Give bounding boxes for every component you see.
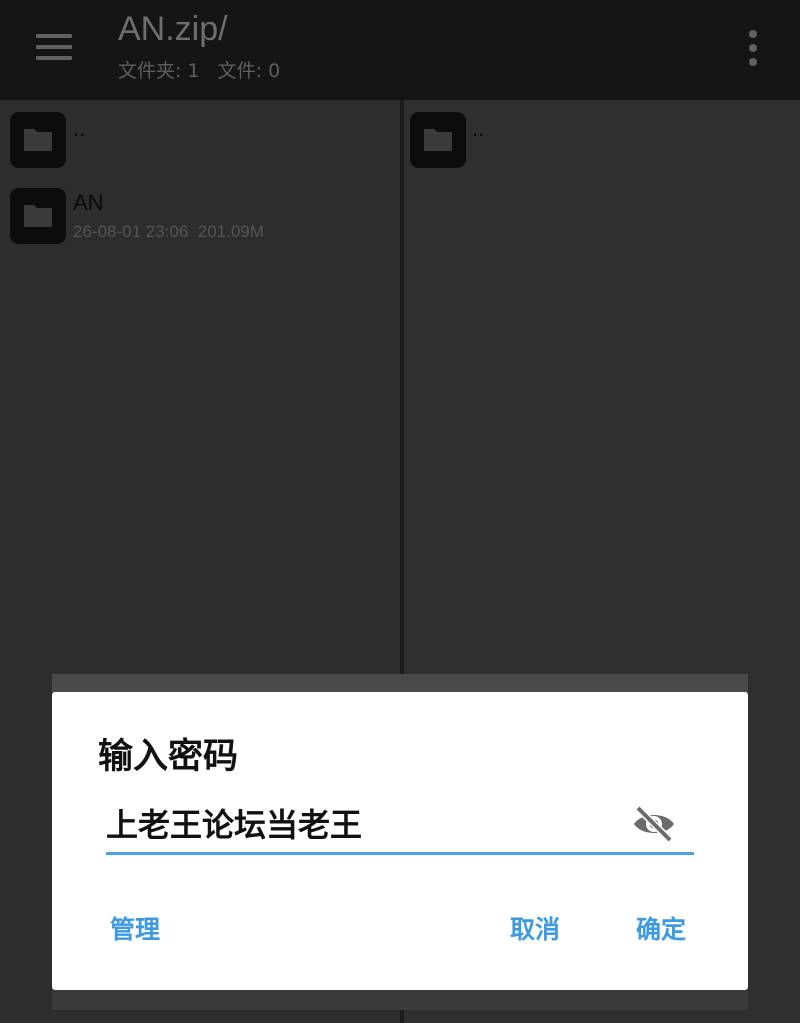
more-options-icon[interactable]	[738, 26, 768, 70]
list-item-name: ..	[73, 116, 86, 141]
folder-file-count: 文件夹: 1 文件: 0	[118, 60, 281, 82]
list-item-name: AN	[73, 190, 104, 215]
folder-icon	[10, 188, 66, 244]
folder-icon	[10, 112, 66, 168]
password-input[interactable]: 上老王论坛当老王	[106, 800, 362, 846]
ok-button[interactable]: 确定	[636, 910, 686, 946]
dialog-shadow-bottom	[52, 990, 748, 1010]
list-item-parent-dir[interactable]: ..	[0, 110, 400, 172]
list-item-meta: 26-08-01 23:06 201.09M	[73, 222, 264, 241]
eye-off-icon[interactable]	[628, 802, 680, 846]
folder-icon	[410, 112, 466, 168]
app-bar: AN.zip/ 文件夹: 1 文件: 0	[0, 0, 800, 100]
dialog-shadow-top	[52, 674, 748, 694]
cancel-button[interactable]: 取消	[510, 910, 560, 946]
password-dialog: 输入密码 上老王论坛当老王 管理 取消 确定	[52, 692, 748, 990]
manage-button[interactable]: 管理	[110, 910, 160, 946]
menu-icon[interactable]	[30, 28, 78, 68]
list-item-parent-dir[interactable]: ..	[404, 110, 800, 172]
list-item-name: ..	[472, 116, 485, 141]
page-title: AN.zip/	[118, 10, 228, 48]
dialog-title: 输入密码	[98, 737, 239, 777]
list-item-folder[interactable]: AN 26-08-01 23:06 201.09M	[0, 186, 400, 250]
password-input-underline	[106, 852, 694, 855]
